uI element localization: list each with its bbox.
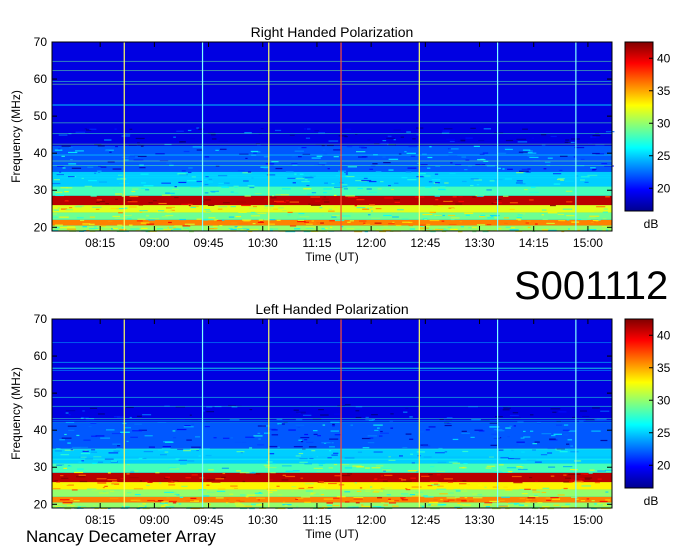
y-tick-label: 60 — [34, 349, 48, 363]
x-tick-label: 12:00 — [356, 513, 386, 527]
colorbar-unit-label: dB — [644, 217, 659, 231]
left-polarization-panel: Left Handed Polarization 08:15 09:00 09:45 1… — [9, 301, 671, 541]
colorbar-unit-label: dB — [644, 494, 659, 508]
frequency-band-6 — [52, 171, 612, 187]
y-axis-label: Frequency (MHz) — [9, 367, 23, 460]
frequency-band-8 — [52, 42, 612, 146]
observation-id-label: S001112 — [514, 264, 669, 308]
chart-title: Right Handed Polarization — [251, 24, 414, 40]
x-tick-label: 09:00 — [139, 513, 169, 527]
colorbar-tick-label: 40 — [657, 51, 671, 65]
y-tick-label: 60 — [34, 72, 48, 86]
frequency-band-6 — [52, 448, 612, 464]
y-axis-label: Frequency (MHz) — [9, 90, 23, 183]
y-tick-label: 50 — [34, 109, 48, 123]
frequency-band-5 — [52, 186, 612, 196]
x-tick-label: 09:45 — [194, 513, 224, 527]
y-tick-label: 50 — [34, 386, 48, 400]
x-tick-label: 14:15 — [519, 236, 549, 250]
colorbar — [624, 318, 654, 489]
x-tick-label: 08:15 — [85, 236, 115, 250]
colorbar-tick-label: 30 — [657, 116, 671, 130]
colorbar — [624, 41, 654, 212]
colorbar-tick-label: 25 — [657, 426, 671, 440]
x-tick-label: 10:30 — [248, 513, 278, 527]
y-tick-label: 70 — [34, 35, 48, 49]
x-axis-label: Time (UT) — [305, 250, 359, 264]
frequency-band-2 — [52, 212, 612, 220]
x-tick-label: 10:30 — [248, 236, 278, 250]
y-tick-label: 30 — [34, 183, 48, 197]
chart-title: Left Handed Polarization — [255, 301, 408, 317]
y-tick-label: 20 — [34, 497, 48, 511]
colorbar-tick-label: 25 — [657, 149, 671, 163]
y-tick-label: 30 — [34, 460, 48, 474]
x-tick-label: 08:15 — [85, 513, 115, 527]
right-polarization-panel: Right Handed Polarization 08:15 09:00 09:45… — [9, 24, 671, 264]
x-axis-label: Time (UT) — [305, 527, 359, 541]
x-tick-label: 12:45 — [410, 236, 440, 250]
x-tick-label: 12:00 — [356, 236, 386, 250]
observatory-label: Nancay Decameter Array — [26, 527, 216, 546]
x-tick-label: 13:30 — [465, 236, 495, 250]
y-tick-label: 40 — [34, 146, 48, 160]
x-tick-label: 13:30 — [465, 513, 495, 527]
y-tick-label: 70 — [34, 312, 48, 326]
x-tick-label: 14:15 — [519, 513, 549, 527]
colorbar-tick-label: 35 — [657, 361, 671, 375]
x-tick-label: 11:15 — [302, 236, 331, 250]
colorbar-tick-label: 35 — [657, 84, 671, 98]
colorbar-tick-label: 30 — [657, 393, 671, 407]
x-tick-label: 11:15 — [302, 513, 331, 527]
x-tick-label: 09:00 — [139, 236, 169, 250]
colorbar-tick-label: 40 — [657, 328, 671, 342]
x-tick-label: 12:45 — [410, 513, 440, 527]
frequency-band-4 — [52, 195, 612, 206]
x-tick-label: 15:00 — [573, 236, 603, 250]
y-tick-label: 20 — [34, 220, 48, 234]
x-tick-label: 15:00 — [573, 513, 603, 527]
colorbar-tick-label: 20 — [657, 181, 671, 195]
x-tick-label: 09:45 — [194, 236, 224, 250]
colorbar-tick-label: 20 — [657, 458, 671, 472]
frequency-band-7 — [52, 422, 612, 449]
y-tick-label: 40 — [34, 423, 48, 437]
